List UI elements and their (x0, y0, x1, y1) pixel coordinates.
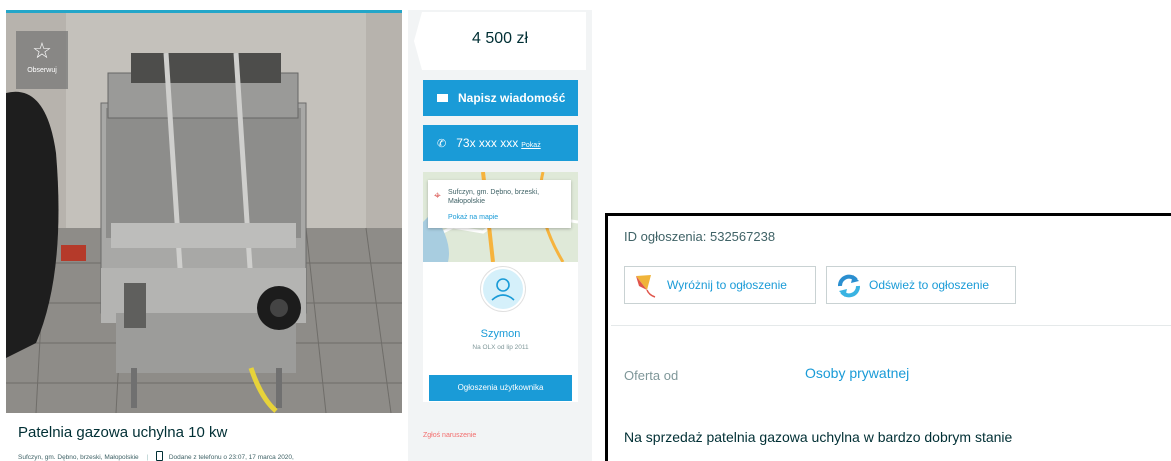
location-box: ⌖ Sufczyn, gm. Dębno, brzeski, Małopolsk… (428, 180, 571, 228)
refresh-icon (835, 272, 863, 314)
ad-id: ID ogłoszenia: 532567238 (624, 229, 776, 244)
envelope-icon (437, 94, 448, 102)
user-icon (491, 278, 515, 301)
listing-location: Sufczyn, gm. Dębno, brzeski, Małopolskie (18, 454, 139, 461)
seller-since: Na OLX od lip 2011 (472, 344, 529, 351)
divider (611, 325, 1171, 326)
ad-description: Na sprzedaż patelnia gazowa uchylna w ba… (624, 429, 1013, 445)
user-ads-button[interactable]: Ogłoszenia użytkownika (429, 375, 572, 401)
kite-icon (633, 272, 661, 314)
listing-photo[interactable]: ☆ Obserwuj (6, 10, 402, 413)
seller-card: ⌖ Sufczyn, gm. Dębno, brzeski, Małopolsk… (423, 172, 578, 402)
refresh-ad-button[interactable]: Odśwież to ogłoszenie (826, 266, 1016, 304)
observe-button[interactable]: ☆ Obserwuj (16, 31, 68, 89)
listing-meta: Sufczyn, gm. Dębno, brzeski, Małopolskie… (18, 451, 294, 461)
observe-label: Obserwuj (27, 67, 57, 74)
meta-separator: | (146, 454, 149, 461)
listing-title: Patelnia gazowa uchylna 10 kw (18, 424, 228, 441)
show-phone-link[interactable]: Pokaż (521, 142, 540, 149)
promote-ad-button[interactable]: Wyróżnij to ogłoszenie (624, 266, 816, 304)
phone-icon: ✆ (437, 138, 447, 150)
offer-from-value[interactable]: Osoby prywatnej (805, 365, 909, 381)
phone-number: 73x xxx xxx (456, 136, 519, 150)
show-on-map-link[interactable]: Pokaż na mapie (448, 214, 498, 221)
listing-panel: ☆ Obserwuj Patelnia gazowa uchylna 10 kw… (6, 10, 592, 461)
listing-sidebar: 4 500 zł Napisz wiadomość ✆ 73x xxx xxx Po… (408, 10, 592, 461)
mobile-icon (156, 451, 163, 461)
avatar[interactable] (481, 267, 525, 311)
location-text: Sufczyn, gm. Dębno, brzeski, Małopolskie (448, 189, 540, 205)
listing-added: Dodane z telefonu o 23:07, 17 marca 2020… (168, 454, 294, 461)
send-message-label: Napisz wiadomość (458, 91, 566, 105)
location-pin-icon: ⌖ (434, 188, 441, 202)
send-message-button[interactable]: Napisz wiadomość (423, 80, 578, 116)
ad-details-panel: ID ogłoszenia: 532567238 Wyróżnij to ogł… (605, 213, 1171, 461)
price-card: 4 500 zł (414, 12, 586, 70)
report-link[interactable]: Zgłoś naruszenie (423, 432, 476, 439)
promote-ad-label: Wyróżnij to ogłoszenie (667, 278, 787, 292)
price-label: 4 500 zł (471, 30, 529, 47)
refresh-ad-label: Odśwież to ogłoszenie (869, 278, 990, 292)
star-icon: ☆ (32, 38, 52, 63)
offer-from-label: Oferta od (624, 368, 679, 383)
seller-name[interactable]: Szymon (423, 328, 578, 340)
show-phone-button[interactable]: ✆ 73x xxx xxx Pokaż (423, 125, 578, 161)
